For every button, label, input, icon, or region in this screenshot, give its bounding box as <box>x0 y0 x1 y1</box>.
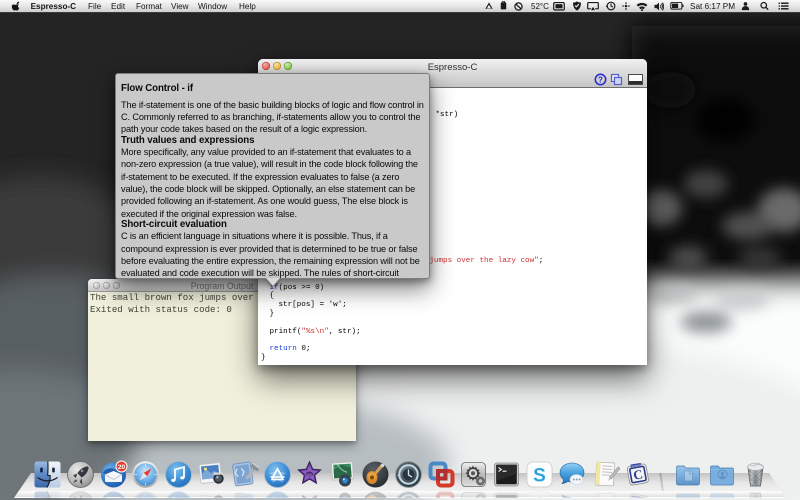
svg-text:?: ? <box>598 76 603 85</box>
svg-text:S: S <box>533 492 546 498</box>
svg-text:iM: iM <box>308 472 312 477</box>
svg-text:20: 20 <box>117 464 125 471</box>
svg-text:S: S <box>533 466 546 487</box>
